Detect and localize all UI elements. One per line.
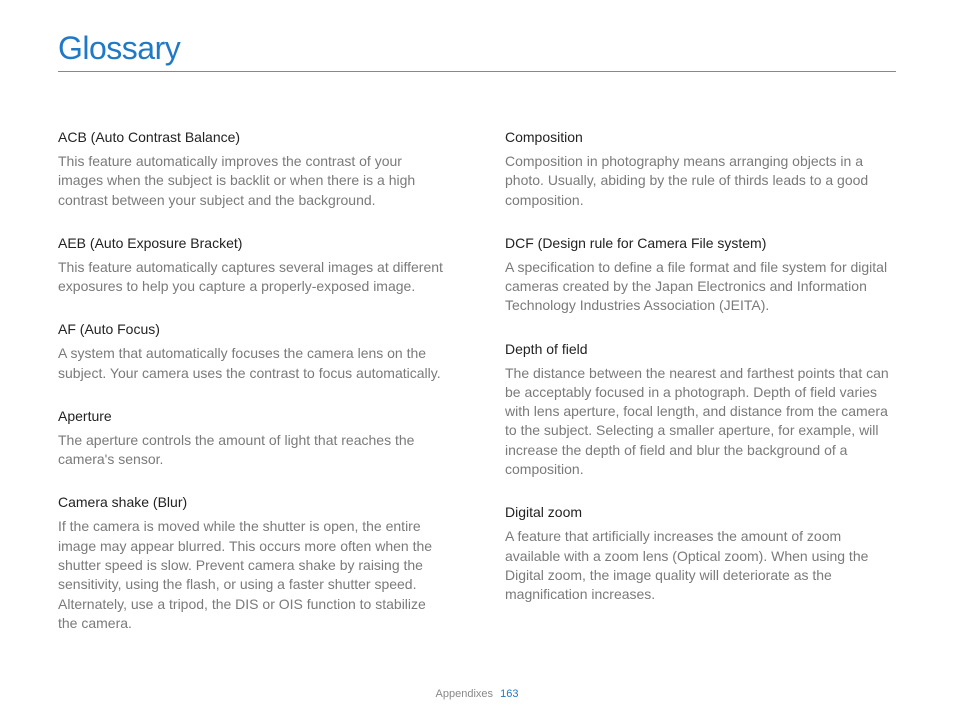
title-block: Glossary: [58, 30, 896, 72]
glossary-entry: DCF (Design rule for Camera File system)…: [505, 234, 896, 316]
glossary-term: Depth of field: [505, 340, 896, 359]
page-footer: Appendixes 163: [0, 688, 954, 700]
glossary-entry: Camera shake (Blur) If the camera is mov…: [58, 493, 449, 633]
footer-page-number: 163: [500, 688, 518, 700]
glossary-term: AF (Auto Focus): [58, 320, 449, 339]
page-title: Glossary: [58, 30, 896, 67]
glossary-term: Digital zoom: [505, 503, 896, 522]
glossary-term: Aperture: [58, 407, 449, 426]
glossary-definition: This feature automatically captures seve…: [58, 258, 449, 297]
glossary-definition: A system that automatically focuses the …: [58, 344, 449, 383]
glossary-columns: ACB (Auto Contrast Balance) This feature…: [58, 128, 896, 657]
glossary-term: AEB (Auto Exposure Bracket): [58, 234, 449, 253]
glossary-definition: A specification to define a file format …: [505, 258, 896, 316]
glossary-entry: ACB (Auto Contrast Balance) This feature…: [58, 128, 449, 210]
glossary-term: ACB (Auto Contrast Balance): [58, 128, 449, 147]
left-column: ACB (Auto Contrast Balance) This feature…: [58, 128, 449, 657]
footer-section-label: Appendixes: [436, 688, 494, 700]
glossary-definition: Composition in photography means arrangi…: [505, 152, 896, 210]
right-column: Composition Composition in photography m…: [505, 128, 896, 657]
glossary-entry: Aperture The aperture controls the amoun…: [58, 407, 449, 470]
glossary-entry: Depth of field The distance between the …: [505, 340, 896, 480]
glossary-term: Composition: [505, 128, 896, 147]
glossary-term: DCF (Design rule for Camera File system): [505, 234, 896, 253]
glossary-definition: This feature automatically improves the …: [58, 152, 449, 210]
glossary-entry: Composition Composition in photography m…: [505, 128, 896, 210]
glossary-definition: If the camera is moved while the shutter…: [58, 517, 449, 633]
glossary-term: Camera shake (Blur): [58, 493, 449, 512]
glossary-definition: The distance between the nearest and far…: [505, 364, 896, 480]
glossary-entry: Digital zoom A feature that artificially…: [505, 503, 896, 604]
glossary-entry: AEB (Auto Exposure Bracket) This feature…: [58, 234, 449, 297]
glossary-definition: The aperture controls the amount of ligh…: [58, 431, 449, 470]
glossary-entry: AF (Auto Focus) A system that automatica…: [58, 320, 449, 383]
glossary-definition: A feature that artificially increases th…: [505, 527, 896, 604]
